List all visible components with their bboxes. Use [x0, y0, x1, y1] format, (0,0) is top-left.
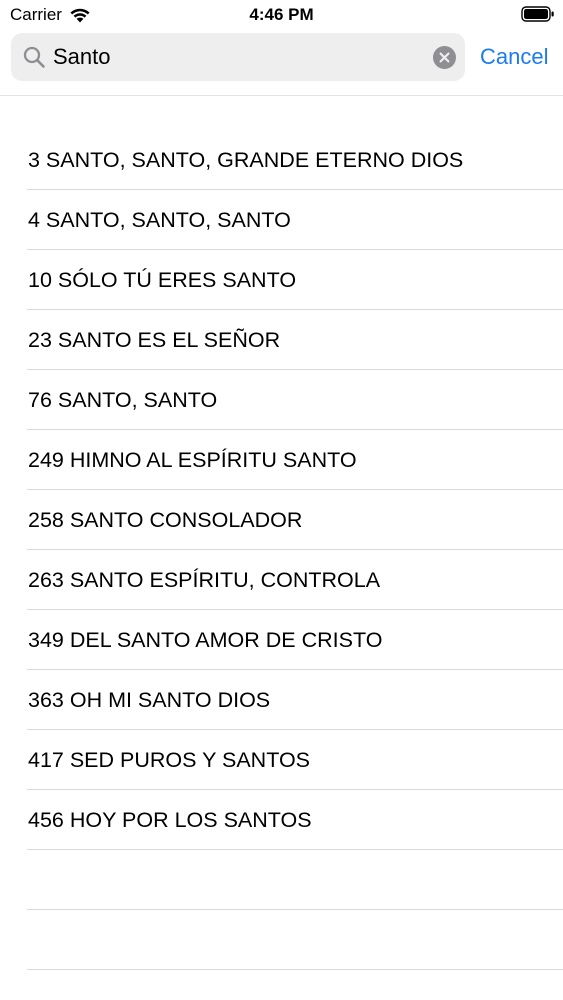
empty-row — [0, 910, 563, 970]
list-item[interactable]: 258 SANTO CONSOLADOR — [0, 490, 563, 550]
list-item[interactable]: 4 SANTO, SANTO, SANTO — [0, 190, 563, 250]
list-item[interactable]: 363 OH MI SANTO DIOS — [0, 670, 563, 730]
clear-icon[interactable] — [433, 46, 456, 69]
list-item[interactable]: 249 HIMNO AL ESPÍRITU SANTO — [0, 430, 563, 490]
status-bar: Carrier 4:46 PM — [0, 0, 563, 30]
list-item[interactable]: 456 HOY POR LOS SANTOS — [0, 790, 563, 850]
list-item[interactable]: 23 SANTO ES EL SEÑOR — [0, 310, 563, 370]
results-list: 3 SANTO, SANTO, GRANDE ETERNO DIOS 4 SAN… — [0, 130, 563, 970]
empty-row — [0, 850, 563, 910]
list-item[interactable]: 349 DEL SANTO AMOR DE CRISTO — [0, 610, 563, 670]
list-item[interactable]: 3 SANTO, SANTO, GRANDE ETERNO DIOS — [0, 130, 563, 190]
header-divider — [0, 95, 563, 96]
list-item[interactable]: 417 SED PUROS Y SANTOS — [0, 730, 563, 790]
search-icon — [23, 46, 45, 68]
search-input[interactable] — [53, 33, 423, 81]
status-time: 4:46 PM — [249, 5, 314, 24]
list-item[interactable]: 76 SANTO, SANTO — [0, 370, 563, 430]
list-item[interactable]: 10 SÓLO TÚ ERES SANTO — [0, 250, 563, 310]
search-bar[interactable] — [11, 33, 465, 81]
cancel-button[interactable]: Cancel — [480, 43, 548, 71]
battery-icon — [521, 6, 554, 22]
list-item[interactable]: 263 SANTO ESPÍRITU, CONTROLA — [0, 550, 563, 610]
